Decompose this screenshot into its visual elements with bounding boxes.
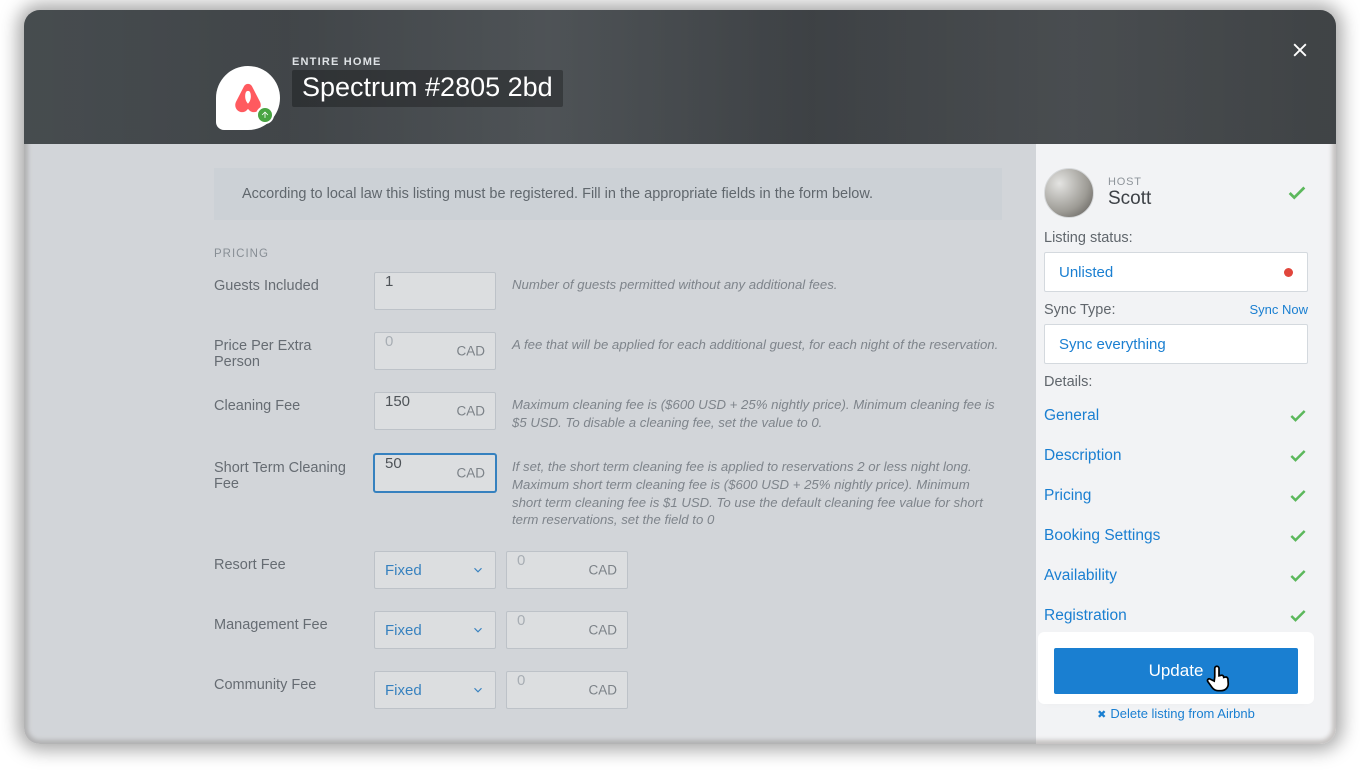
details-general[interactable]: General — [1044, 396, 1308, 436]
short-term-cleaning-label: Short Term Cleaning Fee — [214, 454, 358, 492]
status-dot-icon — [1284, 268, 1293, 277]
resort-fee-type-select[interactable]: Fixed — [374, 551, 496, 589]
sync-type-label: Sync Type: — [1044, 302, 1115, 318]
details-pricing[interactable]: Pricing — [1044, 476, 1308, 516]
resort-fee-label: Resort Fee — [214, 551, 358, 573]
registration-notice: According to local law this listing must… — [214, 168, 1002, 220]
guests-included-input[interactable]: 1 — [374, 272, 496, 310]
modal-header: ENTIRE HOME Spectrum #2805 2bd — [24, 10, 1336, 144]
check-icon — [1288, 606, 1308, 626]
update-button[interactable]: Update — [1054, 648, 1298, 694]
check-icon — [1288, 566, 1308, 586]
host-check-icon — [1286, 182, 1308, 204]
details-label: Details: — [1044, 374, 1308, 390]
cleaning-fee-input[interactable]: 150 CAD — [374, 392, 496, 430]
check-icon — [1288, 406, 1308, 426]
chevron-down-icon — [471, 563, 485, 577]
sync-type-select[interactable]: Sync everything — [1044, 324, 1308, 364]
side-panel: HOST Scott Listing status: Unlisted Sync… — [1036, 144, 1336, 744]
price-per-extra-input[interactable]: 0 CAD — [374, 332, 496, 370]
details-booking-settings[interactable]: Booking Settings — [1044, 516, 1308, 556]
guests-included-label: Guests Included — [214, 272, 358, 294]
price-per-extra-help: A fee that will be applied for each addi… — [512, 332, 998, 354]
host-name: Scott — [1108, 188, 1272, 210]
price-per-extra-label: Price Per Extra Person — [214, 332, 358, 370]
management-fee-input[interactable]: 0 CAD — [506, 611, 628, 649]
short-term-cleaning-input[interactable]: 50 CAD — [374, 454, 496, 492]
pricing-form: According to local law this listing must… — [24, 144, 1036, 744]
cleaning-fee-help: Maximum cleaning fee is ($600 USD + 25% … — [512, 392, 1002, 432]
pricing-section-label: PRICING — [214, 248, 1002, 260]
guests-included-help: Number of guests permitted without any a… — [512, 272, 837, 294]
host-avatar — [1044, 168, 1094, 218]
details-registration[interactable]: Registration — [1044, 596, 1308, 636]
details-description[interactable]: Description — [1044, 436, 1308, 476]
sync-now-link[interactable]: Sync Now — [1249, 302, 1308, 317]
community-fee-label: Community Fee — [214, 671, 358, 693]
listing-type-eyebrow: ENTIRE HOME — [292, 56, 563, 68]
chevron-down-icon — [471, 683, 485, 697]
check-icon — [1288, 486, 1308, 506]
cleaning-fee-label: Cleaning Fee — [214, 392, 358, 414]
management-fee-label: Management Fee — [214, 611, 358, 633]
check-icon — [1288, 526, 1308, 546]
resort-fee-input[interactable]: 0 CAD — [506, 551, 628, 589]
listing-status-select[interactable]: Unlisted — [1044, 252, 1308, 292]
close-button[interactable] — [1286, 36, 1314, 64]
host-label: HOST — [1108, 176, 1272, 188]
check-icon — [1288, 446, 1308, 466]
delete-listing-link[interactable]: Delete listing from Airbnb — [1044, 706, 1308, 721]
community-fee-type-select[interactable]: Fixed — [374, 671, 496, 709]
listing-status-label: Listing status: — [1044, 230, 1308, 246]
details-availability[interactable]: Availability — [1044, 556, 1308, 596]
chevron-down-icon — [471, 623, 485, 637]
sync-badge-icon — [256, 106, 274, 124]
community-fee-input[interactable]: 0 CAD — [506, 671, 628, 709]
management-fee-type-select[interactable]: Fixed — [374, 611, 496, 649]
short-term-cleaning-help: If set, the short term cleaning fee is a… — [512, 454, 1002, 529]
airbnb-logo — [216, 66, 280, 130]
listing-title: Spectrum #2805 2bd — [292, 70, 563, 107]
